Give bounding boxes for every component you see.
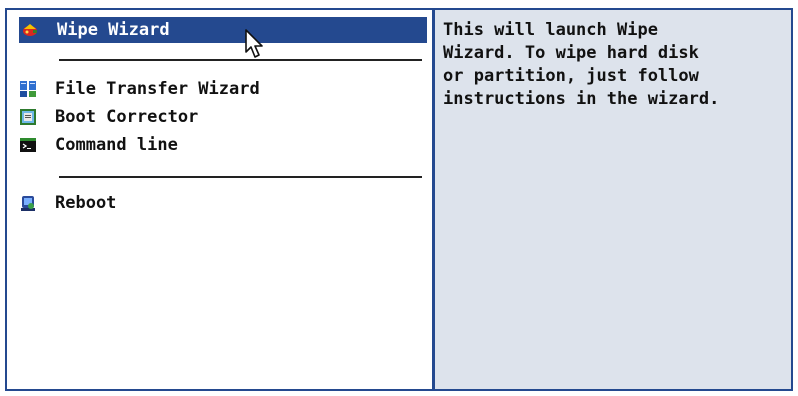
menu-item-reboot[interactable]: Reboot bbox=[19, 190, 116, 216]
menu-item-command-line[interactable]: Command line bbox=[19, 132, 178, 158]
menu-pane: Wipe Wizard File Transfer Wizard Boot Co… bbox=[7, 10, 432, 389]
boot-corrector-icon bbox=[19, 108, 37, 126]
file-transfer-icon bbox=[19, 80, 37, 98]
menu-item-label: Boot Corrector bbox=[55, 107, 199, 127]
reboot-icon bbox=[19, 194, 37, 212]
menu-separator bbox=[59, 59, 422, 61]
menu-item-file-transfer-wizard[interactable]: File Transfer Wizard bbox=[19, 76, 260, 102]
description-text: This will launch Wipe Wizard. To wipe ha… bbox=[443, 20, 720, 109]
menu-item-label: Command line bbox=[55, 135, 178, 155]
description-pane: This will launch Wipe Wizard. To wipe ha… bbox=[435, 10, 791, 389]
wipe-wizard-icon bbox=[21, 21, 39, 39]
menu-item-label: File Transfer Wizard bbox=[55, 79, 260, 99]
menu-separator bbox=[59, 176, 422, 178]
mouse-pointer-icon bbox=[245, 29, 263, 58]
menu-item-boot-corrector[interactable]: Boot Corrector bbox=[19, 104, 198, 130]
launcher-window: Wipe Wizard File Transfer Wizard Boot Co… bbox=[5, 8, 793, 391]
menu-item-label: Wipe Wizard bbox=[57, 20, 170, 40]
terminal-icon bbox=[19, 136, 37, 154]
menu-item-wipe-wizard[interactable]: Wipe Wizard bbox=[19, 17, 427, 43]
menu-item-label: Reboot bbox=[55, 193, 117, 213]
